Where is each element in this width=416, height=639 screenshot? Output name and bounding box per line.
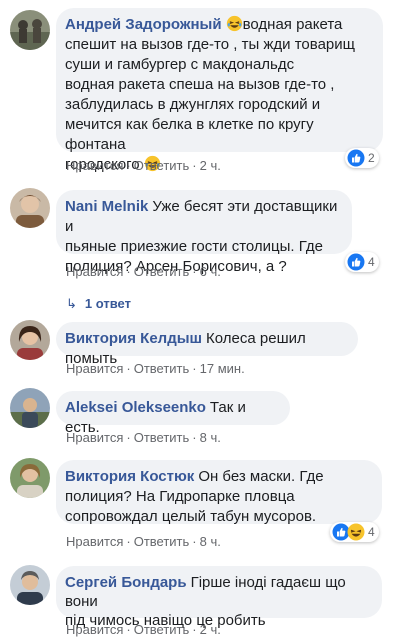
- timestamp[interactable]: 8 ч.: [200, 430, 221, 445]
- comment-bubble: Aleksei Olekseenko Так и есть.: [56, 391, 290, 436]
- comment-author[interactable]: Сергей Бондарь: [65, 574, 187, 591]
- view-replies-link[interactable]: ↳ 1 ответ: [66, 296, 131, 312]
- separator-dot: ·: [126, 534, 131, 549]
- comment-text: Он без маски. Где: [198, 468, 324, 485]
- separator-dot: ·: [126, 361, 131, 376]
- avatar[interactable]: [10, 458, 50, 498]
- comment-text: пьяные приезжие гости столицы. Где: [65, 238, 323, 255]
- timestamp[interactable]: 17 мин.: [200, 361, 245, 376]
- like-button[interactable]: Нравится: [66, 622, 123, 637]
- comment-text: сопровождал целый табун мусоров.: [65, 508, 317, 525]
- reply-button[interactable]: Ответить: [134, 158, 190, 173]
- like-button[interactable]: Нравится: [66, 430, 123, 445]
- separator-dot: ·: [192, 264, 197, 279]
- avatar[interactable]: [10, 188, 50, 228]
- avatar[interactable]: [10, 565, 50, 605]
- reply-arrow-icon: ↳: [66, 296, 77, 311]
- reply-button[interactable]: Ответить: [134, 622, 190, 637]
- like-icon: [347, 253, 365, 271]
- separator-dot: ·: [126, 264, 131, 279]
- comment-text: водная ракета спеша на вызов где-то ,: [65, 76, 335, 93]
- comment-actions: Нравится · Ответить · 6 ч.: [66, 264, 221, 279]
- comment-bubble: Nani Melnik Уже бесят эти доставщики и пь…: [56, 190, 352, 275]
- comment-text: заблудилась в джунглях городский и: [65, 96, 321, 113]
- laugh-icon: [347, 523, 365, 541]
- laughing-emoji-icon: [226, 15, 243, 32]
- comment-actions: Нравится · Ответить · 8 ч.: [66, 534, 221, 549]
- comment-bubble: Сергей Бондарь Гірше іноді гадаєш що вони…: [56, 566, 382, 629]
- reaction-count: 2: [368, 151, 375, 165]
- like-button[interactable]: Нравится: [66, 534, 123, 549]
- timestamp[interactable]: 2 ч.: [200, 622, 221, 637]
- reaction-summary[interactable]: 4: [330, 522, 379, 542]
- replies-count: 1 ответ: [84, 296, 131, 311]
- separator-dot: ·: [192, 361, 197, 376]
- avatar[interactable]: [10, 10, 50, 50]
- separator-dot: ·: [126, 622, 131, 637]
- comment-bubble: Виктория Келдыш Колеса решил помыть: [56, 322, 358, 367]
- timestamp[interactable]: 2 ч.: [200, 158, 221, 173]
- reply-button[interactable]: Ответить: [134, 430, 190, 445]
- reaction-count: 4: [368, 525, 375, 539]
- comment-actions: Нравится · Ответить · 8 ч.: [66, 430, 221, 445]
- reaction-count: 4: [368, 255, 375, 269]
- reply-button[interactable]: Ответить: [134, 264, 190, 279]
- comment-actions: Нравится · Ответить · 17 мин.: [66, 361, 245, 376]
- timestamp[interactable]: 6 ч.: [200, 264, 221, 279]
- comment-author[interactable]: Андрей Задорожный: [65, 16, 222, 33]
- comment-author[interactable]: Aleksei Olekseenko: [65, 399, 206, 416]
- like-button[interactable]: Нравится: [66, 158, 123, 173]
- separator-dot: ·: [192, 158, 197, 173]
- like-icon: [347, 149, 365, 167]
- separator-dot: ·: [126, 430, 131, 445]
- separator-dot: ·: [192, 622, 197, 637]
- comment-actions: Нравится · Ответить · 2 ч.: [66, 158, 221, 173]
- separator-dot: ·: [126, 158, 131, 173]
- separator-dot: ·: [192, 534, 197, 549]
- comment-actions: Нравится · Ответить · 2 ч.: [66, 622, 221, 637]
- comment-author[interactable]: Nani Melnik: [65, 198, 148, 215]
- avatar[interactable]: [10, 320, 50, 360]
- reaction-summary[interactable]: 4: [345, 252, 379, 272]
- comment-bubble: Андрей Задорожный водная ракета спешит на…: [56, 8, 383, 173]
- comment-bubble: Виктория Костюк Он без маски. Где полиция…: [56, 460, 382, 525]
- comment-text: спешит на вызов где-то , ты жди товарищ: [65, 36, 355, 53]
- reaction-summary[interactable]: 2: [345, 148, 379, 168]
- comment-text: водная ракета: [242, 16, 343, 33]
- comment-author[interactable]: Виктория Келдыш: [65, 330, 202, 347]
- reply-button[interactable]: Ответить: [134, 361, 190, 376]
- comment-author[interactable]: Виктория Костюк: [65, 468, 194, 485]
- like-button[interactable]: Нравится: [66, 264, 123, 279]
- comment-text: суши и гамбургер с макдональдс: [65, 56, 295, 73]
- reply-button[interactable]: Ответить: [134, 534, 190, 549]
- avatar[interactable]: [10, 388, 50, 428]
- timestamp[interactable]: 8 ч.: [200, 534, 221, 549]
- comment-text: полиция? На Гидропарке пловца: [65, 488, 295, 505]
- separator-dot: ·: [192, 430, 197, 445]
- like-button[interactable]: Нравится: [66, 361, 123, 376]
- comment-text: мечится как белка в клетке по кругу фонт…: [65, 116, 314, 153]
